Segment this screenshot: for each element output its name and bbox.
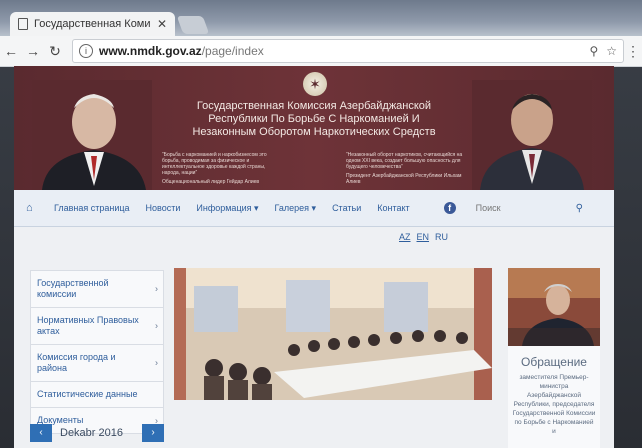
language-switcher: AZ EN RU bbox=[399, 232, 448, 242]
appeal-text: заместителя Премьер-министра Азербайджан… bbox=[512, 374, 596, 435]
document-icon bbox=[18, 18, 28, 30]
nav-item-contact[interactable]: Контакт bbox=[377, 203, 409, 213]
close-tab-icon[interactable]: ✕ bbox=[157, 17, 167, 31]
chevron-right-icon: › bbox=[155, 283, 158, 294]
new-tab-button[interactable] bbox=[176, 16, 210, 34]
lang-en[interactable]: EN bbox=[417, 232, 430, 242]
monitor-frame: Государственная Комис ✕ ← → ↻ i www.nmdk… bbox=[0, 0, 642, 448]
appeal-title: Обращение bbox=[521, 355, 587, 369]
search-input[interactable] bbox=[473, 199, 576, 217]
back-icon[interactable]: ← bbox=[0, 43, 22, 59]
sidebar-item-label: Статистические данные bbox=[37, 389, 138, 399]
zoom-icon[interactable]: ⚲ bbox=[589, 44, 598, 58]
reload-icon[interactable]: ↻ bbox=[44, 43, 66, 60]
quote-right-text: “Незаконный оборот наркотиков, считающий… bbox=[346, 152, 463, 170]
facebook-icon[interactable]: f bbox=[443, 202, 456, 214]
search-icon[interactable]: ⚲ bbox=[576, 203, 583, 214]
banner-title: Государственная Комиссия Азербайджанской… bbox=[192, 100, 436, 138]
state-emblem-icon: ✶ bbox=[303, 72, 327, 96]
quote-left-text: “Борьба с наркоманией и наркобизнесом эт… bbox=[162, 152, 267, 176]
bookmark-star-icon[interactable]: ☆ bbox=[606, 44, 617, 58]
appeal-card[interactable]: Обращение заместителя Премьер-министра А… bbox=[508, 268, 600, 448]
sidebar-item-label: Нормативных Правовых актах bbox=[37, 315, 139, 336]
nav-item-home[interactable]: Главная страница bbox=[54, 203, 130, 213]
sidebar-item-label: Государственной комиссии bbox=[37, 278, 109, 299]
calendar-next-button[interactable]: › bbox=[142, 424, 164, 442]
site-banner: ✶ Государственная Комиссия Азербайджанск… bbox=[14, 66, 614, 190]
chevron-right-icon: › bbox=[155, 320, 158, 331]
quote-left: “Борьба с наркоманией и наркобизнесом эт… bbox=[162, 152, 282, 185]
tab-title: Государственная Комис bbox=[34, 18, 151, 30]
main-nav: ⌂ Главная страница Новости Информация ▾ … bbox=[14, 190, 614, 227]
calendar-month: Dekabr 2016 bbox=[60, 427, 123, 439]
sidebar-item-legal-acts[interactable]: Нормативных Правовых актах › bbox=[30, 308, 164, 345]
sidebar-item-commission[interactable]: Государственной комиссии › bbox=[30, 270, 164, 308]
nav-item-articles[interactable]: Статьи bbox=[332, 203, 361, 213]
calendar-prev-button[interactable]: ‹ bbox=[30, 424, 52, 442]
sidebar-menu: Государственной комиссии › Нормативных П… bbox=[30, 270, 164, 434]
url-path: /page/index bbox=[201, 44, 264, 58]
home-icon[interactable]: ⌂ bbox=[26, 202, 38, 214]
chevron-right-icon: › bbox=[155, 357, 158, 368]
info-icon[interactable]: i bbox=[79, 44, 93, 58]
sidebar-item-statistics[interactable]: Статистические данные bbox=[30, 382, 164, 408]
calendar-header: ‹ Dekabr 2016 › bbox=[30, 424, 164, 442]
portrait-left bbox=[32, 80, 152, 190]
web-page: ✶ Государственная Комиссия Азербайджанск… bbox=[14, 66, 614, 448]
browser-menu-icon[interactable]: ⋮ bbox=[624, 43, 642, 60]
quote-right: “Незаконный оборот наркотиков, считающий… bbox=[346, 152, 466, 185]
portrait-right bbox=[472, 80, 592, 190]
tab-strip: Государственная Комис ✕ bbox=[0, 0, 642, 36]
sidebar-item-label: Комиссия города и района bbox=[37, 352, 116, 373]
forward-icon[interactable]: → bbox=[22, 43, 44, 59]
url-host: www.nmdk.gov.az bbox=[99, 44, 202, 58]
quote-left-signature: Общенациональный лидер Гейдар Алиев bbox=[162, 179, 260, 185]
sidebar-item-city-district[interactable]: Комиссия города и района › bbox=[30, 345, 164, 382]
appeal-photo[interactable] bbox=[508, 268, 600, 346]
address-bar[interactable]: i www.nmdk.gov.az /page/index ⚲ ☆ bbox=[72, 39, 624, 63]
nav-item-gallery[interactable]: Галерея ▾ bbox=[275, 203, 317, 214]
lang-ru[interactable]: RU bbox=[435, 232, 448, 242]
lang-az[interactable]: AZ bbox=[399, 232, 411, 242]
browser-tab[interactable]: Государственная Комис ✕ bbox=[10, 12, 175, 36]
quote-right-signature: Президент Азербайджанской Республики Иль… bbox=[346, 173, 462, 185]
news-slider-image[interactable] bbox=[174, 268, 492, 400]
browser-toolbar: ← → ↻ i www.nmdk.gov.az /page/index ⚲ ☆ … bbox=[0, 36, 642, 67]
nav-item-news[interactable]: Новости bbox=[146, 203, 181, 213]
nav-item-information[interactable]: Информация ▾ bbox=[196, 203, 258, 214]
